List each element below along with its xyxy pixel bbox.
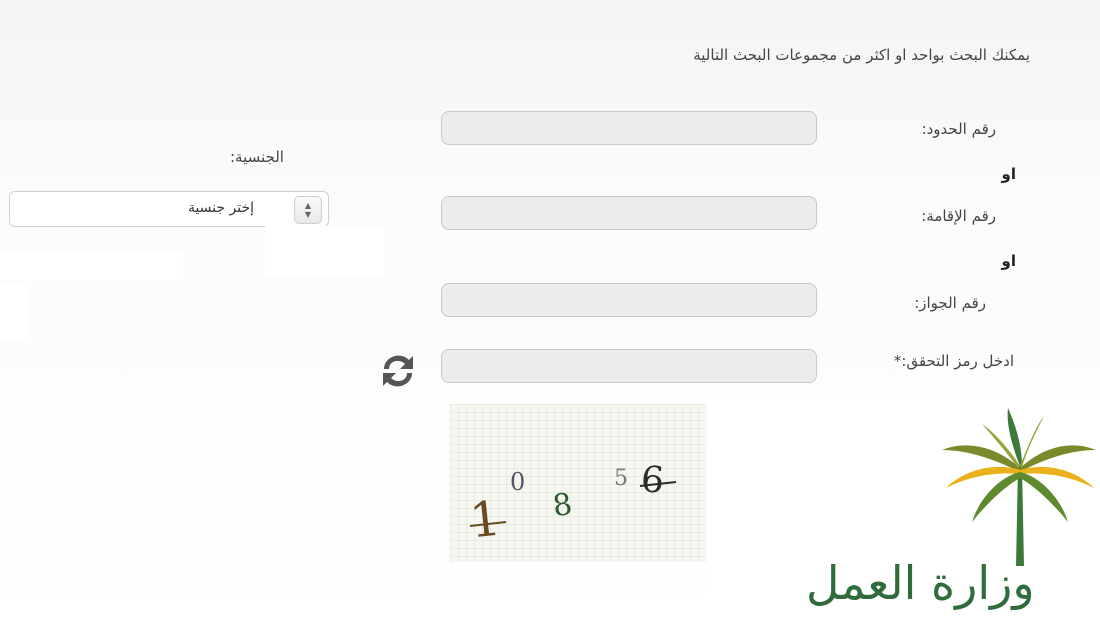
captcha-char: 0 [510, 468, 526, 496]
ministry-logo: وزارة العمل [708, 398, 1100, 630]
captcha-input[interactable] [441, 349, 817, 383]
iqama-number-label: رقم الإقامة: [921, 207, 996, 225]
ministry-name: وزارة العمل [806, 556, 1035, 610]
captcha-image: 1 0 8 5 6 [450, 404, 706, 562]
nationality-selected-value: إختر جنسية [187, 200, 254, 216]
redaction-patch [265, 226, 385, 276]
or-separator-1: او [1001, 165, 1016, 183]
iqama-number-input[interactable] [441, 196, 817, 230]
chevron-updown-icon[interactable]: ▲ ▼ [294, 196, 322, 224]
border-number-label: رقم الحدود: [921, 120, 996, 138]
nationality-label: الجنسية: [230, 148, 284, 166]
palm-tree-icon [942, 408, 1096, 566]
captcha-char: 8 [550, 486, 575, 525]
nationality-select[interactable]: إختر جنسية ▲ ▼ [9, 191, 329, 227]
redaction-patch [0, 252, 183, 280]
captcha-char: 5 [614, 466, 628, 491]
search-instructions: يمكنك البحث بواحد او اكثر من مجموعات الب… [693, 46, 1030, 64]
passport-number-label: رقم الجواز: [914, 294, 986, 312]
redaction-patch [0, 284, 28, 340]
passport-number-input[interactable] [441, 283, 817, 317]
border-number-input[interactable] [441, 111, 817, 145]
captcha-label: ادخل رمز التحقق:* [893, 352, 1014, 370]
or-separator-2: او [1001, 252, 1016, 270]
refresh-icon[interactable] [378, 347, 418, 395]
